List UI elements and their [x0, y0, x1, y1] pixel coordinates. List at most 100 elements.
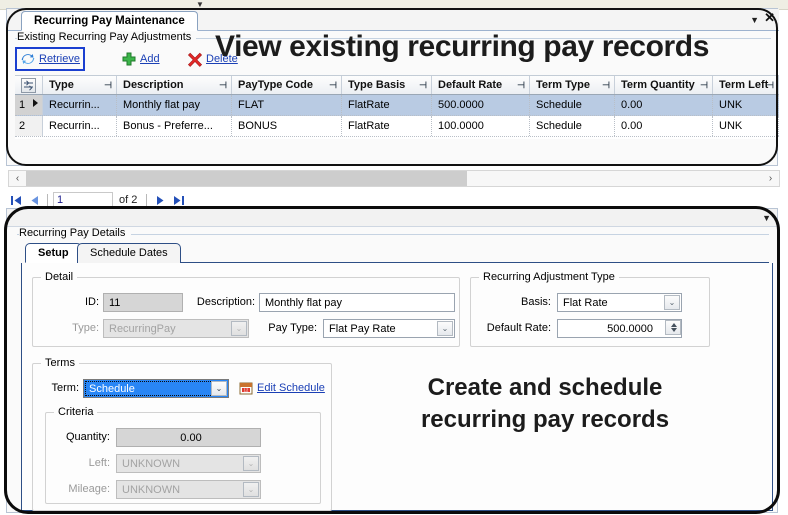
table-row[interactable]: 2 Recurrin... Bonus - Preferre... BONUS … [15, 116, 779, 137]
spinner-up-icon[interactable] [671, 323, 677, 327]
details-group: Recurring Pay Details [17, 227, 769, 241]
window-tab-row: Recurring Pay Maintenance ▼ ✕ [7, 9, 779, 31]
cell-term-quantity: 0.00 [615, 95, 713, 115]
page-number-input[interactable]: 1 [53, 192, 113, 208]
edit-schedule-label: Edit Schedule [257, 382, 325, 394]
details-header: ▼ [7, 209, 778, 227]
term-label: Term: [39, 382, 79, 394]
description-field[interactable]: Monthly flat pay [259, 293, 455, 312]
chevron-down-icon[interactable]: ⌄ [664, 295, 680, 310]
id-label: ID: [47, 296, 99, 308]
retrieve-button[interactable]: Retrieve [15, 47, 85, 71]
annotation-line-2: recurring pay records [370, 404, 720, 436]
default-rate-spinner[interactable] [665, 320, 681, 335]
quantity-field: 0.00 [116, 428, 261, 447]
record-navigator: 1 of 2 [8, 190, 780, 210]
add-button[interactable]: Add [117, 47, 164, 71]
basis-combo[interactable]: Flat Rate ⌄ [557, 293, 682, 312]
pin-icon[interactable]: ⊣ [766, 80, 774, 91]
description-label: Description: [181, 296, 255, 308]
chevron-down-icon: ⌄ [243, 456, 259, 471]
row-number-label: 2 [19, 120, 25, 132]
pin-icon[interactable]: ⊣ [104, 80, 112, 91]
page-count-label: of 2 [119, 194, 137, 206]
pin-icon[interactable]: ⊣ [219, 80, 227, 91]
pin-icon[interactable]: ⊣ [602, 80, 610, 91]
recurring-pay-grid: Type ⊣ Description ⊣ PayType Code ⊣ Type… [15, 75, 779, 139]
cell-term-left: UNK [713, 116, 779, 136]
quantity-label: Quantity: [50, 431, 110, 443]
first-page-icon[interactable] [8, 192, 24, 208]
grid-col-term-type[interactable]: Term Type ⊣ [530, 76, 615, 94]
grid-corner-cell[interactable] [15, 76, 43, 94]
annotation-create-schedule: Create and schedule recurring pay record… [370, 372, 720, 436]
adjustment-caption: Recurring Adjustment Type [479, 271, 619, 283]
delete-x-icon [187, 51, 203, 67]
paytype-combo[interactable]: Flat Pay Rate ⌄ [323, 319, 455, 338]
left-label: Left: [50, 457, 110, 469]
grid-col-label: Description [123, 79, 184, 91]
default-rate-field[interactable]: 500.0000 [557, 319, 682, 338]
scrollbar-track[interactable] [26, 171, 762, 186]
grid-col-type-basis[interactable]: Type Basis ⊣ [342, 76, 432, 94]
tab-setup[interactable]: Setup [25, 243, 82, 263]
paytype-combo-value: Flat Pay Rate [329, 323, 396, 335]
type-label: Type: [47, 322, 99, 334]
chevron-down-icon[interactable]: ⌄ [211, 381, 227, 396]
grid-col-term-left[interactable]: Term Left ⊣ [713, 76, 779, 94]
paytype-label: Pay Type: [255, 322, 317, 334]
grid-col-label: Term Left [719, 79, 768, 91]
next-page-icon[interactable] [152, 192, 168, 208]
cell-default-rate: 100.0000 [432, 116, 530, 136]
table-row[interactable]: 1 Recurrin... Monthly flat pay FLAT Flat… [15, 95, 779, 116]
window-tab-recurring-pay-maintenance[interactable]: Recurring Pay Maintenance [21, 11, 198, 31]
last-page-icon[interactable] [170, 192, 186, 208]
chevron-right-icon[interactable]: › [762, 171, 779, 186]
cell-paytype-code: BONUS [232, 116, 342, 136]
grid-col-description[interactable]: Description ⊣ [117, 76, 232, 94]
grid-col-label: Term Type [536, 79, 590, 91]
details-chevron-down-icon[interactable]: ▼ [762, 213, 771, 223]
prev-page-icon[interactable] [26, 192, 42, 208]
grid-col-default-rate[interactable]: Default Rate ⊣ [432, 76, 530, 94]
spinner-down-icon[interactable] [671, 328, 677, 332]
existing-adjustments-label: Existing Recurring Pay Adjustments [17, 31, 196, 43]
pin-icon[interactable]: ⊣ [329, 80, 337, 91]
edit-schedule-link[interactable]: 12 Edit Schedule [239, 381, 325, 395]
grid-col-paytype-code[interactable]: PayType Code ⊣ [232, 76, 342, 94]
cell-type-basis: FlatRate [342, 116, 432, 136]
scrollbar-thumb[interactable] [26, 171, 467, 186]
window-close-icon[interactable]: ✕ [764, 11, 775, 25]
tab-schedule-dates[interactable]: Schedule Dates [77, 243, 181, 263]
svg-text:12: 12 [244, 388, 249, 393]
grid-horizontal-scrollbar[interactable]: ‹ › [8, 170, 780, 187]
cell-default-rate: 500.0000 [432, 95, 530, 115]
chevron-down-icon: ⌄ [231, 321, 247, 336]
terms-caption: Terms [41, 357, 79, 369]
pin-icon[interactable]: ⊣ [517, 80, 525, 91]
basis-combo-value: Flat Rate [563, 297, 608, 309]
window-chevron-down-icon[interactable]: ▼ [750, 15, 759, 25]
retrieve-label: Retrieve [39, 53, 80, 65]
grid-col-term-quantity[interactable]: Term Quantity ⊣ [615, 76, 713, 94]
chevron-left-icon[interactable]: ‹ [9, 171, 26, 186]
grid-select-all-icon[interactable] [21, 78, 36, 93]
app-root: ▼ Recurring Pay Maintenance ▼ ✕ Existing… [0, 0, 788, 515]
mileage-combo: UNKNOWN ⌄ [116, 480, 261, 499]
grid-col-type[interactable]: Type ⊣ [43, 76, 117, 94]
term-combo[interactable]: Schedule ⌄ [83, 379, 229, 398]
criteria-fieldset: Criteria Quantity: 0.00 Left: UNKNOWN ⌄ … [45, 412, 321, 504]
cell-type: Recurrin... [43, 95, 117, 115]
grid-col-label: Type [49, 79, 74, 91]
grid-col-label: PayType Code [238, 79, 313, 91]
pin-icon[interactable]: ⊣ [419, 80, 427, 91]
details-tabstrip: Setup Schedule Dates [25, 243, 769, 263]
calendar-icon: 12 [239, 381, 253, 395]
id-field: 11 [103, 293, 183, 312]
criteria-caption: Criteria [54, 406, 97, 418]
cell-description: Monthly flat pay [117, 95, 232, 115]
chevron-down-icon[interactable]: ⌄ [437, 321, 453, 336]
pin-icon[interactable]: ⊣ [700, 80, 708, 91]
nav-separator [47, 194, 48, 207]
recurring-pay-details-panel: ▼ Recurring Pay Details Setup Schedule D… [6, 208, 778, 513]
